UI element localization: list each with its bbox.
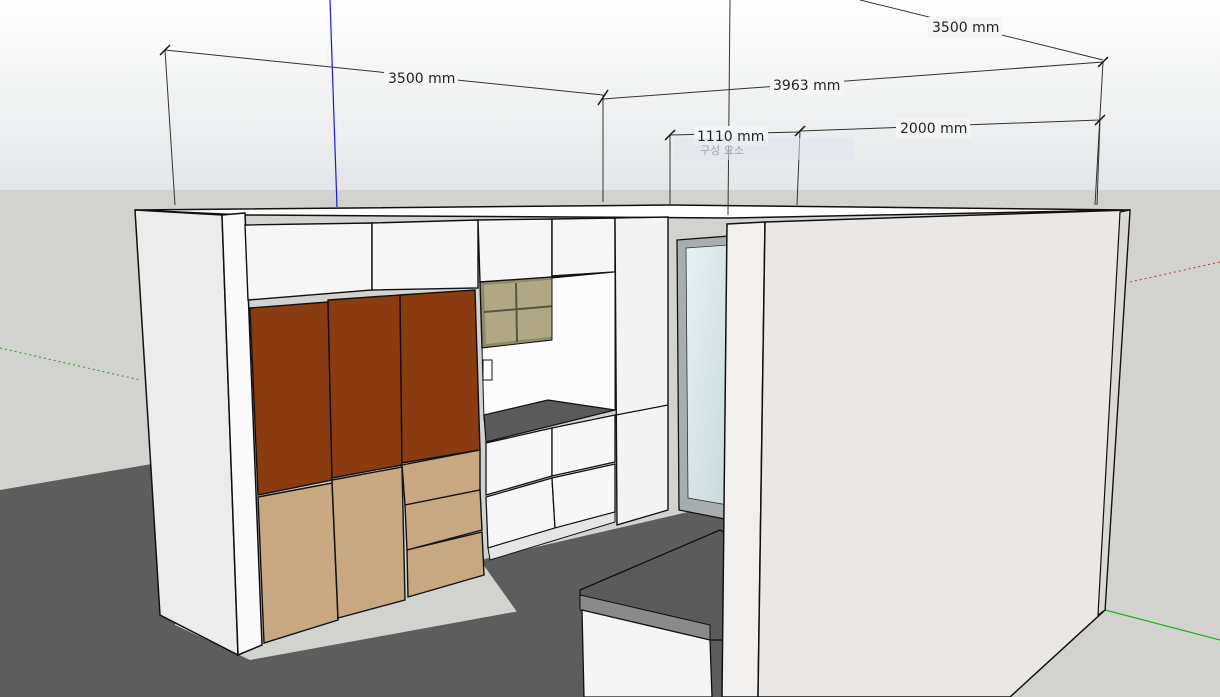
dim-label-right[interactable]: 2000 mm [900,121,967,137]
tan-door-1[interactable] [257,482,339,644]
glass-door-pane [685,244,729,506]
model-viewport[interactable]: 구성 요소 3500 mm 3963 mm 3500 mm 1110 mm 20… [0,0,1220,697]
orange-door-1[interactable] [249,301,333,496]
model-scene[interactable]: 구성 요소 3500 mm 3963 mm 3500 mm 1110 mm 20… [0,0,1220,697]
orange-door-2[interactable] [327,294,403,479]
upper-cabinet-4[interactable] [551,217,616,277]
dim-label-small[interactable]: 1110 mm [697,129,764,145]
dim-label-middle[interactable]: 3963 mm [773,78,840,94]
dim-label-top-right[interactable]: 3500 mm [932,20,999,36]
partition-wall [757,209,1131,697]
tall-cabinet[interactable] [614,216,669,526]
outlet-icon [482,359,493,381]
dim-label-left[interactable]: 3500 mm [388,71,455,87]
sky [0,0,1220,192]
tooltip-text: 구성 요소 [700,144,744,157]
upper-cabinet-2[interactable] [371,219,479,291]
tan-door-2[interactable] [331,466,406,619]
open-shelf-divider [515,282,518,343]
upper-cabinet-1[interactable] [244,222,373,301]
orange-door-3[interactable] [399,289,481,464]
upper-cabinet-3[interactable] [477,218,553,283]
